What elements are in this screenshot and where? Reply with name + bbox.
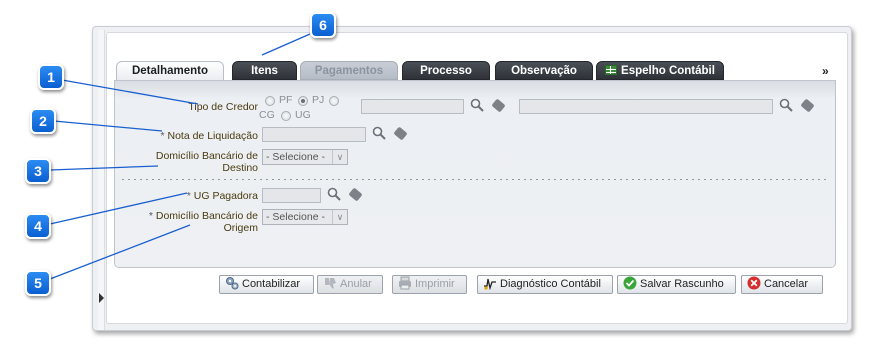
callout-2: 2 — [30, 108, 56, 134]
callout-6: 6 — [310, 12, 336, 38]
callout-1: 1 — [38, 64, 64, 90]
callout-4: 4 — [25, 213, 51, 239]
callout-lines — [49, 33, 311, 280]
callout-3: 3 — [25, 158, 51, 184]
callout-5: 5 — [25, 270, 51, 296]
